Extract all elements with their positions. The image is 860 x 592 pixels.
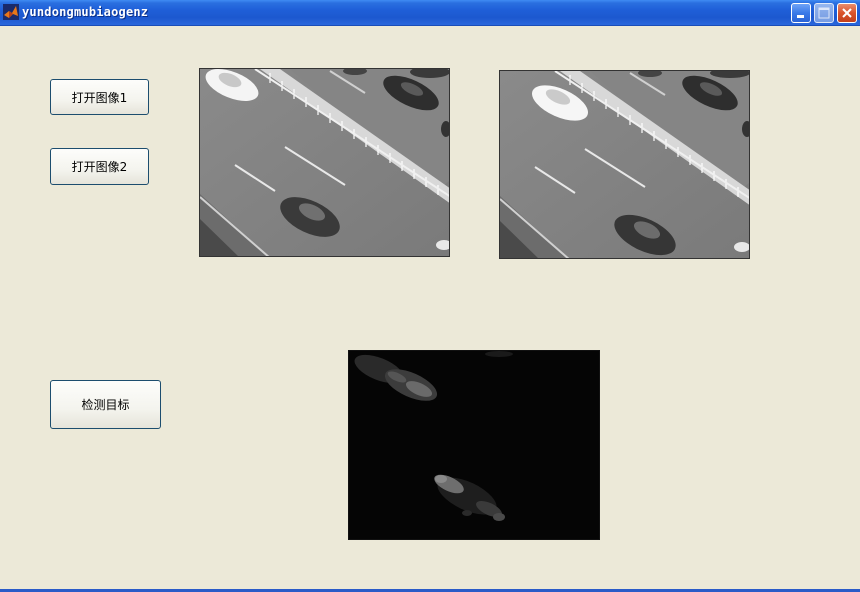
image-1-axes <box>199 68 450 257</box>
open-image-1-button[interactable]: 打开图像1 <box>50 79 149 115</box>
maximize-button[interactable] <box>814 3 834 23</box>
image-2-frame <box>500 71 749 258</box>
image-2-axes <box>499 70 750 259</box>
image-1-frame <box>200 69 449 256</box>
matlab-logo-icon <box>3 4 19 20</box>
detection-result-frame <box>349 351 599 539</box>
detection-result-axes <box>348 350 600 540</box>
open-image-2-button[interactable]: 打开图像2 <box>50 148 149 185</box>
detect-target-button[interactable]: 检测目标 <box>50 380 161 429</box>
maximize-icon <box>818 7 830 19</box>
window-title: yundongmubiaogenz <box>22 5 149 19</box>
minimize-button[interactable] <box>791 3 811 23</box>
minimize-icon <box>797 15 804 18</box>
title-bar[interactable]: yundongmubiaogenz <box>0 0 860 26</box>
close-icon <box>842 8 852 18</box>
close-button[interactable] <box>837 3 857 23</box>
